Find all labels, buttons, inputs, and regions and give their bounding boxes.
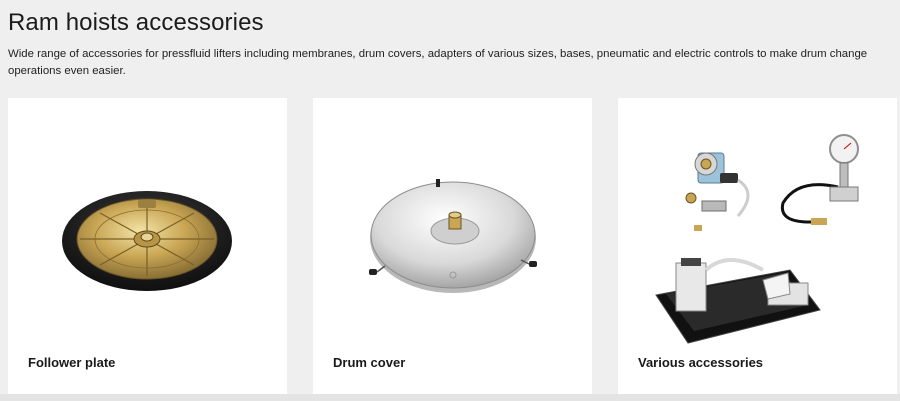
page: Ram hoists accessories Wide range of acc… [0, 0, 900, 401]
card-label: Drum cover [333, 355, 406, 370]
bottom-divider [0, 394, 900, 401]
drum-cover-image [369, 179, 537, 293]
page-title: Ram hoists accessories [8, 9, 264, 36]
card-drum-cover[interactable]: Drum cover [313, 98, 592, 394]
card-various-accessories[interactable]: Various accessories [618, 98, 897, 394]
card-follower-plate[interactable]: Follower plate [8, 98, 287, 394]
page-description: Wide range of accessories for pressfluid… [8, 48, 868, 77]
card-label: Follower plate [28, 355, 116, 370]
follower-plate-image [62, 191, 232, 291]
card-label: Various accessories [638, 355, 764, 370]
various-accessories-image [655, 134, 859, 344]
